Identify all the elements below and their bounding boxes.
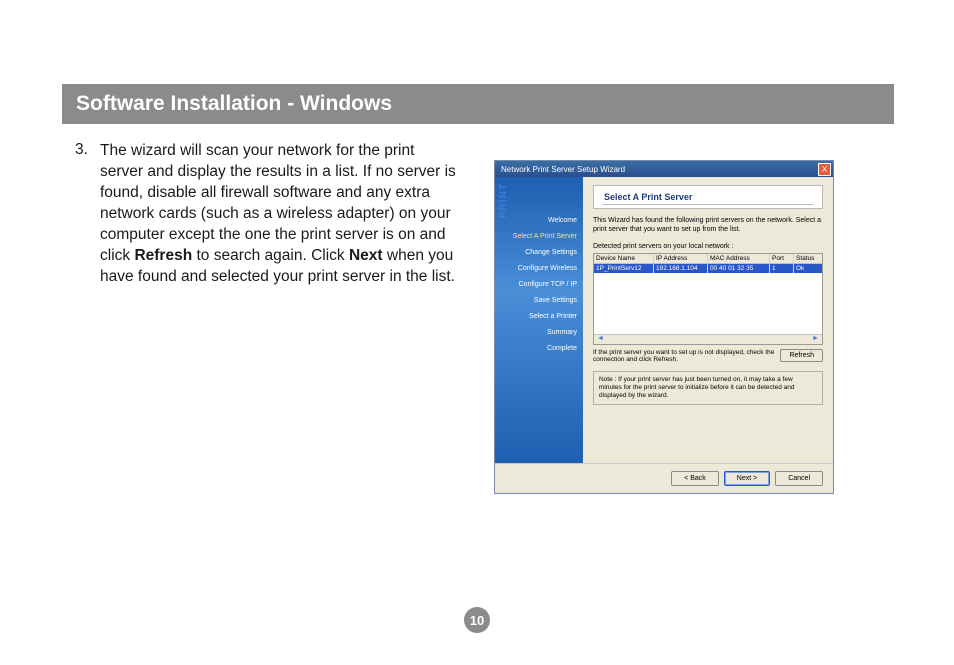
step-number: 3.	[75, 141, 88, 159]
nav-select-printer[interactable]: Select a Printer	[495, 313, 577, 320]
nav-change-settings[interactable]: Change Settings	[495, 249, 577, 256]
nav-summary[interactable]: Summary	[495, 329, 577, 336]
td-ip-address: 192.168.1.104	[654, 264, 708, 273]
refresh-hint: If the print server you want to set up i…	[593, 349, 774, 365]
th-device-name: Device Name	[594, 254, 654, 263]
wizard-sidebar: PRINT Welcome Select A Print Server Chan…	[495, 177, 583, 463]
detected-label: Detected print servers on your local net…	[593, 243, 823, 250]
wizard-body: PRINT Welcome Select A Print Server Chan…	[495, 177, 833, 463]
td-port: 1	[770, 264, 794, 273]
wizard-main-panel: Select A Print Server This Wizard has fo…	[583, 177, 833, 463]
th-mac-address: MAC Address	[708, 254, 770, 263]
step-next-word: Next	[349, 247, 383, 264]
nav-welcome[interactable]: Welcome	[495, 217, 577, 224]
nav-select-print-server[interactable]: Select A Print Server	[495, 233, 577, 240]
td-mac-address: 00 40 01 32 35	[708, 264, 770, 273]
td-status: Ok	[794, 264, 820, 273]
th-port: Port	[770, 254, 794, 263]
th-status: Status	[794, 254, 820, 263]
refresh-button[interactable]: Refresh	[780, 349, 823, 362]
nav-configure-wireless[interactable]: Configure Wireless	[495, 265, 577, 272]
cancel-button[interactable]: Cancel	[775, 471, 823, 486]
nav-complete[interactable]: Complete	[495, 345, 577, 352]
step-refresh-word: Refresh	[134, 247, 192, 264]
table-row[interactable]: 1P_PrintServ12 192.168.1.104 00 40 01 32…	[594, 264, 822, 273]
next-button[interactable]: Next >	[724, 471, 770, 486]
refresh-row: If the print server you want to set up i…	[593, 349, 823, 365]
nav-configure-tcpip[interactable]: Configure TCP / IP	[495, 281, 577, 288]
scroll-left-icon[interactable]: ◄	[594, 335, 607, 344]
wizard-titlebar: Network Print Server Setup Wizard X	[495, 161, 833, 177]
section-header: Software Installation - Windows	[62, 84, 894, 124]
panel-instruction: This Wizard has found the following prin…	[593, 217, 823, 235]
note-box: Note : If your print server has just bee…	[593, 371, 823, 405]
step-text-part1: The wizard will scan your network for th…	[100, 142, 456, 264]
nav-save-settings[interactable]: Save Settings	[495, 297, 577, 304]
print-server-table[interactable]: Device Name IP Address MAC Address Port …	[593, 253, 823, 345]
td-device-name: 1P_PrintServ12	[594, 264, 654, 273]
wizard-footer: < Back Next > Cancel	[495, 463, 833, 493]
table-header-row: Device Name IP Address MAC Address Port …	[594, 254, 822, 264]
step-instruction: The wizard will scan your network for th…	[100, 141, 460, 287]
wizard-window: Network Print Server Setup Wizard X PRIN…	[494, 160, 834, 494]
page-number-badge: 10	[464, 607, 490, 633]
back-button[interactable]: < Back	[671, 471, 719, 486]
step-text-part2: to search again. Click	[192, 247, 349, 264]
panel-title: Select A Print Server	[593, 185, 823, 209]
horizontal-scrollbar[interactable]: ◄►	[594, 334, 822, 344]
sidebar-brand: PRINT	[498, 183, 509, 218]
section-title: Software Installation - Windows	[76, 92, 392, 116]
wizard-title: Network Print Server Setup Wizard	[501, 165, 625, 174]
scroll-right-icon[interactable]: ►	[809, 335, 822, 344]
close-button[interactable]: X	[818, 163, 831, 176]
th-ip-address: IP Address	[654, 254, 708, 263]
